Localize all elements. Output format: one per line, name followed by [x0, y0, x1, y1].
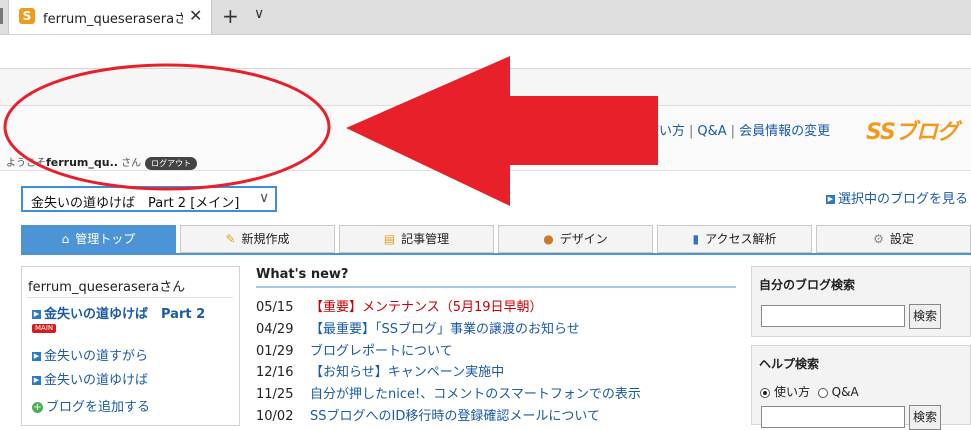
tab-management-top[interactable]: ⌂ 管理トップ — [21, 225, 176, 253]
blog-link-main[interactable]: ▶ 金失いの道ゆけば Part 2 — [32, 303, 205, 322]
new-tab-icon[interactable]: + — [222, 4, 239, 28]
news-date: 04/29 — [256, 322, 294, 337]
blog-link-label: 金失いの道ゆけば Part 2 — [44, 307, 206, 322]
add-blog-link[interactable]: + ブログを追加する — [32, 396, 150, 415]
news-item: 01/29 ブログレポートについて — [256, 340, 453, 359]
news-date: 05/15 — [256, 300, 294, 315]
news-item: 05/15 【重要】メンテナンス（5月19日早朝） — [256, 296, 543, 315]
tab-label: 記事管理 — [401, 232, 450, 246]
radio-label: 使い方 — [774, 385, 811, 399]
radio-unselected-icon — [817, 387, 828, 398]
news-divider — [256, 286, 736, 288]
news-title: What's new? — [256, 267, 349, 282]
news-item: 12/16 【お知らせ】キャンペーン実施中 — [256, 361, 504, 380]
news-link[interactable]: 【お知らせ】キャンペーン実施中 — [310, 365, 504, 380]
welcome-prefix: ようこそ — [6, 158, 46, 169]
tab-title: ferrum_queseraseraさん( — [43, 12, 183, 27]
blog-select[interactable]: 金失いの道ゆけば Part 2 [メイン] ∨ — [21, 186, 277, 212]
tab-label: 管理トップ — [75, 232, 136, 246]
help-search-input[interactable] — [761, 406, 905, 428]
nav-underline — [21, 253, 971, 255]
chevron-down-icon: ∨ — [259, 190, 270, 206]
main-badge: MAIN — [32, 324, 57, 333]
plus-circle-icon: + — [32, 402, 43, 413]
logout-button[interactable]: ログアウト — [145, 156, 198, 170]
news-link[interactable]: ブログレポートについて — [310, 344, 453, 359]
help-search-title: ヘルプ検索 — [759, 357, 820, 371]
add-blog-label: ブログを追加する — [46, 400, 151, 415]
tab-settings[interactable]: ⚙ 設定 — [816, 225, 971, 253]
tab-label: 新規作成 — [241, 232, 290, 246]
arrow-right-icon: ▶ — [826, 195, 835, 204]
header-link-howto[interactable]: 使い方 — [646, 124, 685, 139]
news-link[interactable]: 自分が押したnice!、コメントのスマートフォンでの表示 — [310, 387, 641, 402]
radio-howto[interactable]: 使い方 — [760, 385, 810, 399]
news-item: 04/29 【最重要】「SSブログ」事業の譲渡のお知らせ — [256, 318, 580, 337]
blog-search-title: 自分のブログ検索 — [759, 278, 856, 292]
news-date: 10/02 — [256, 409, 294, 424]
view-selected-blog-link[interactable]: ▶ 選択中のブログを見る — [826, 188, 968, 207]
blog-link-label: 金失いの道すがら — [44, 349, 149, 364]
panel-username: ferrum_queseraseraさん — [28, 280, 186, 295]
panel-divider — [27, 297, 233, 298]
welcome-message: ようこそferrum_qu.. さん ログアウト — [6, 154, 198, 170]
bar-chart-icon: ▮ — [692, 232, 700, 246]
toolbar-area — [0, 69, 971, 106]
home-icon: ⌂ — [61, 232, 70, 246]
palette-icon: ● — [543, 232, 554, 246]
favicon-icon: S — [19, 8, 35, 24]
blog-link-label: 金失いの道ゆけば — [44, 373, 149, 388]
tab-access-analysis[interactable]: ▮ アクセス解析 — [657, 225, 812, 253]
ss-blog-logo[interactable]: SSブログ — [866, 114, 959, 146]
tab-label: アクセス解析 — [705, 232, 777, 246]
tab-label: 設定 — [889, 232, 914, 246]
browser-tab[interactable]: S ferrum_queseraseraさん( ✕ — [8, 0, 212, 34]
header-divider — [0, 170, 971, 171]
radio-qa[interactable]: Q&A — [817, 385, 859, 399]
radio-label: Q&A — [831, 385, 859, 399]
blog-link[interactable]: ▶ 金失いの道ゆけば — [32, 369, 148, 388]
header-link-qa[interactable]: Q&A — [697, 124, 726, 139]
news-item: 11/25 自分が押したnice!、コメントのスマートフォンでの表示 — [256, 383, 641, 402]
close-icon[interactable]: ✕ — [189, 6, 202, 25]
address-bar-area — [0, 35, 971, 69]
blog-search-button[interactable]: 検索 — [909, 304, 941, 329]
username: ferrum_qu.. — [46, 156, 118, 169]
blog-search-input[interactable] — [761, 305, 905, 327]
radio-selected-icon — [760, 387, 770, 398]
tab-label: デザイン — [559, 232, 608, 246]
view-selected-blog-label: 選択中のブログを見る — [838, 192, 969, 207]
news-date: 12/16 — [256, 365, 294, 380]
header-link-account[interactable]: 会員情報の変更 — [739, 124, 830, 139]
blog-select-value: 金失いの道ゆけば Part 2 [メイン] — [31, 196, 240, 211]
help-search-button[interactable]: 検索 — [909, 405, 941, 430]
arrow-right-icon: ▶ — [32, 310, 41, 319]
news-date: 01/29 — [256, 344, 294, 359]
arrow-right-icon: ▶ — [32, 376, 41, 385]
arrow-right-icon: ▶ — [32, 352, 41, 361]
folder-icon: ▤ — [383, 232, 396, 246]
window-edge-marker — [0, 8, 3, 24]
help-search-options: 使い方 Q&A — [760, 383, 859, 400]
chevron-down-icon[interactable]: ∨ — [254, 6, 264, 22]
tab-design[interactable]: ● デザイン — [498, 225, 653, 253]
news-link[interactable]: SSブログへのID移行時の登録確認メールについて — [310, 409, 600, 424]
compose-icon: ✎ — [225, 232, 236, 246]
welcome-suffix: さん — [121, 158, 142, 169]
news-date: 11/25 — [256, 387, 294, 402]
tab-new-post[interactable]: ✎ 新規作成 — [180, 225, 335, 253]
news-link[interactable]: 【最重要】「SSブログ」事業の譲渡のお知らせ — [310, 322, 580, 337]
gear-icon: ⚙ — [873, 232, 884, 246]
blog-link[interactable]: ▶ 金失いの道すがら — [32, 345, 148, 364]
header-links: 使い方 | Q&A | 会員情報の変更 — [646, 124, 831, 139]
tab-article-management[interactable]: ▤ 記事管理 — [339, 225, 494, 253]
news-link[interactable]: 【重要】メンテナンス（5月19日早朝） — [310, 300, 543, 315]
